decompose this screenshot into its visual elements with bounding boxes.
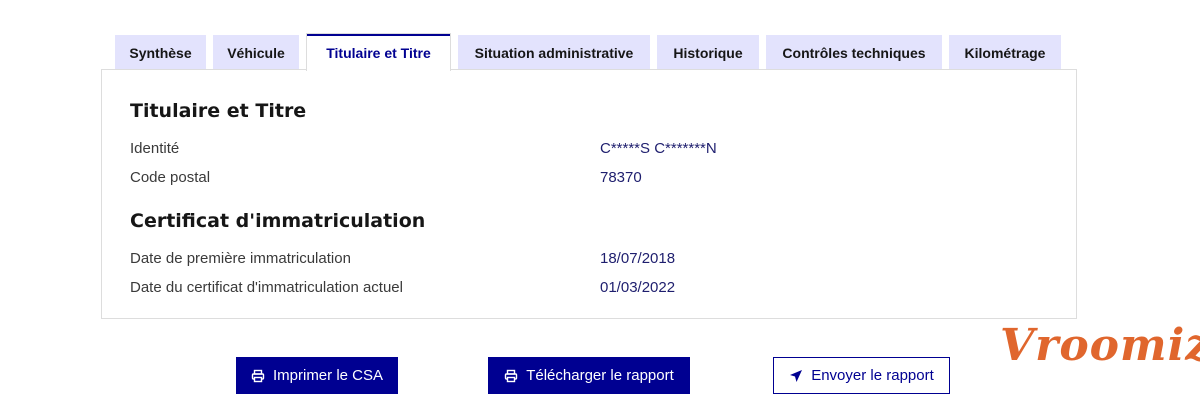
download-report-button[interactable]: Télécharger le rapport — [488, 357, 690, 394]
code-postal-value: 78370 — [600, 169, 642, 186]
download-report-label: Télécharger le rapport — [526, 367, 674, 384]
tab-synthese[interactable]: Synthèse — [115, 35, 206, 70]
identite-label: Identité — [130, 140, 180, 157]
print-csa-button[interactable]: Imprimer le CSA — [236, 357, 398, 394]
code-postal-label: Code postal — [130, 169, 211, 186]
send-report-label: Envoyer le rapport — [811, 367, 934, 384]
certificat-actuel-value: 01/03/2022 — [600, 279, 676, 296]
print-csa-label: Imprimer le CSA — [272, 367, 384, 384]
printer-icon — [504, 369, 518, 383]
tab-kilometrage[interactable]: Kilométrage — [949, 35, 1061, 70]
premiere-immatriculation-value: 18/07/2018 — [600, 250, 676, 267]
send-report-button[interactable]: Envoyer le rapport — [773, 357, 950, 394]
premiere-immatriculation-label: Date de première immatriculation — [130, 250, 351, 267]
send-arrow-icon — [789, 369, 803, 383]
certificat-actuel-label: Date du certificat d'immatriculation act… — [130, 279, 403, 296]
certificat-heading: Certificat d'immatriculation — [130, 210, 426, 232]
vroomiz-logo: Vroomiz — [1000, 320, 1200, 371]
tab-vehicule[interactable]: Véhicule — [213, 35, 299, 70]
tab-titulaire-et-titre[interactable]: Titulaire et Titre — [306, 33, 451, 71]
tab-panel-titulaire: Titulaire et Titre Identité C*****S C***… — [101, 69, 1077, 319]
tab-historique[interactable]: Historique — [657, 35, 759, 70]
tab-controles-techniques[interactable]: Contrôles techniques — [766, 35, 942, 70]
tab-situation-administrative[interactable]: Situation administrative — [458, 35, 650, 70]
identite-value: C*****S C*******N — [600, 140, 717, 157]
printer-icon — [251, 369, 265, 383]
titulaire-heading: Titulaire et Titre — [130, 100, 307, 122]
